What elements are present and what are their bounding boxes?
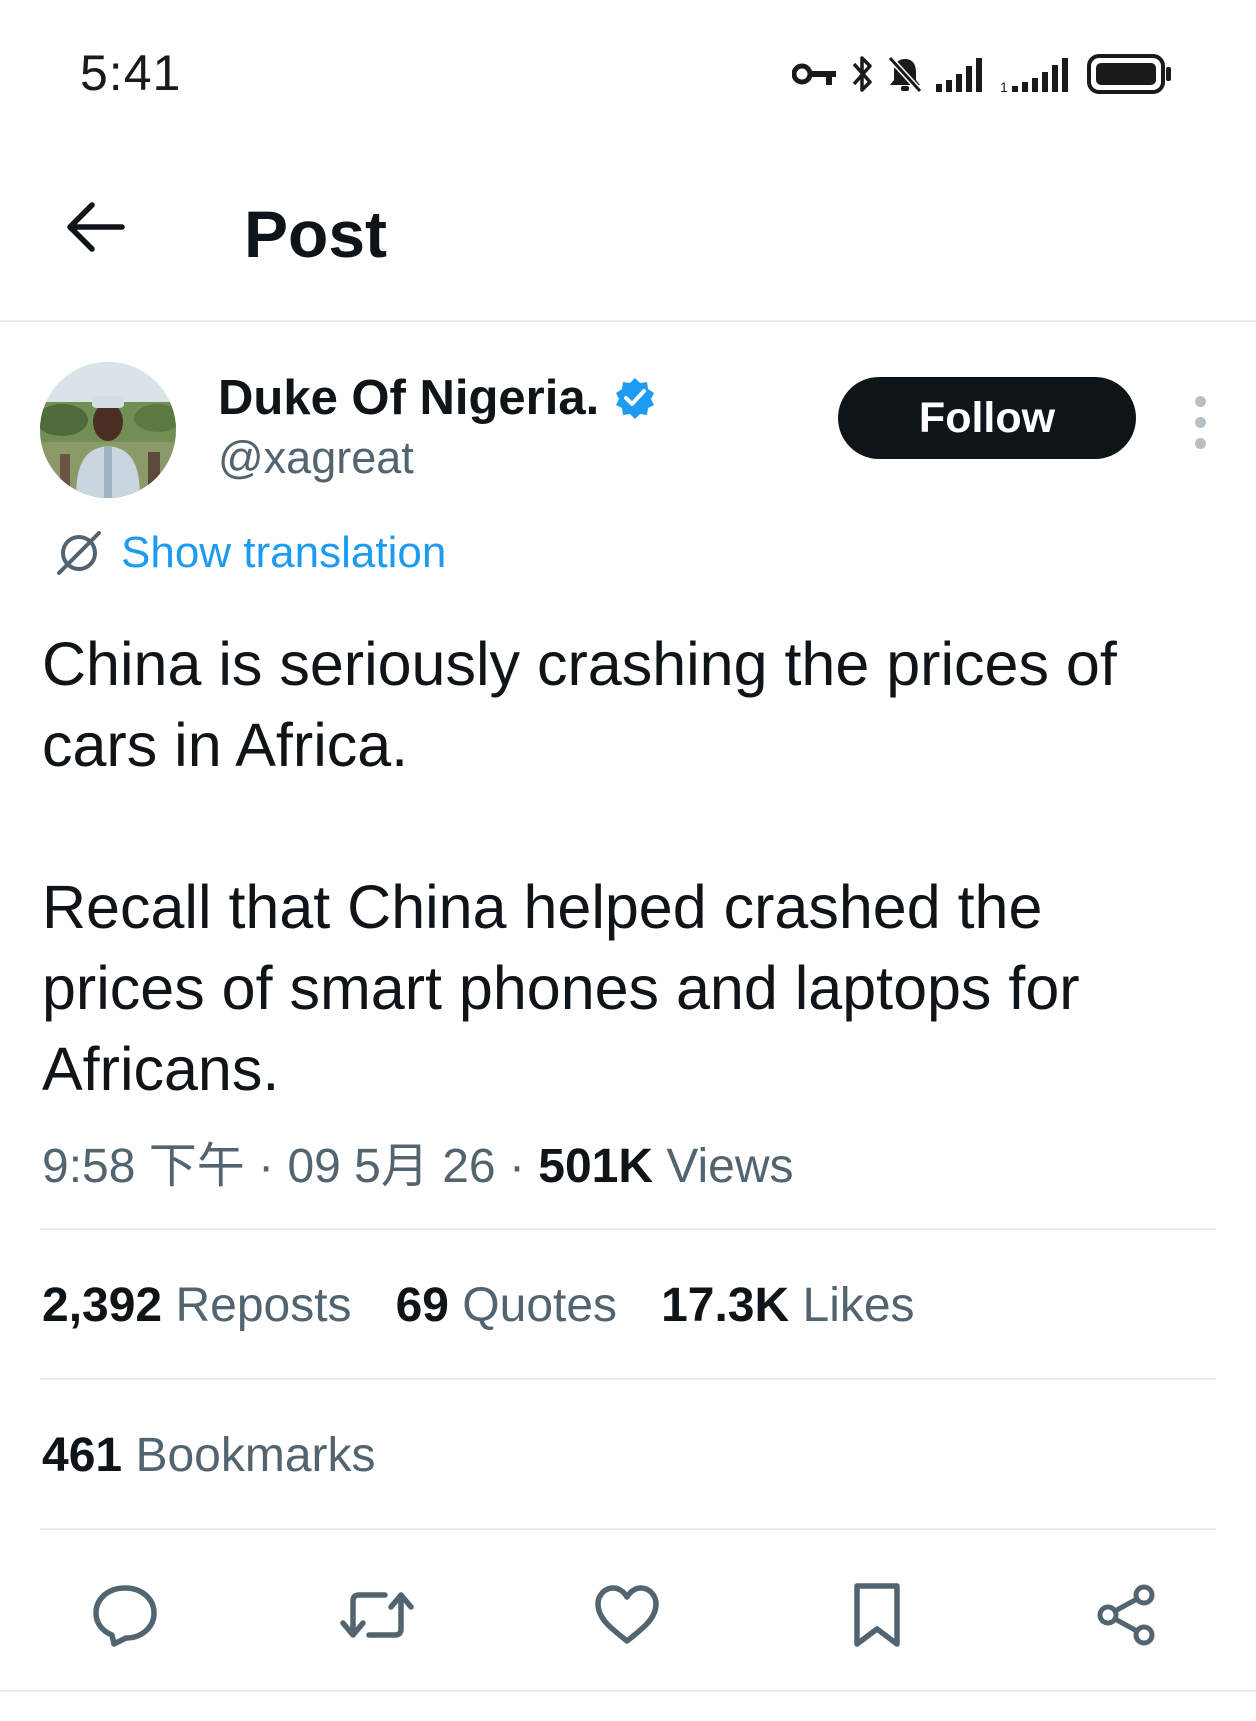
svg-text:1: 1 [1000, 79, 1008, 94]
verified-badge-icon [616, 378, 655, 419]
reposts-label: Reposts [175, 1279, 352, 1332]
engagement-stats: 2,392 Reposts 69 Quotes 17.3K Likes [42, 1278, 915, 1333]
divider [40, 1228, 1216, 1230]
post-meta: 9:58 下午 · 09 5月 26 · 501K Views [42, 1126, 794, 1196]
signal-icon [936, 58, 982, 92]
bookmark-button[interactable] [832, 1570, 922, 1660]
share-button[interactable] [1082, 1570, 1172, 1660]
bookmarks-label: Bookmarks [135, 1429, 376, 1482]
bookmark-icon [854, 1583, 900, 1647]
bookmarks-count: 461 [42, 1429, 123, 1482]
signal-icon: 1 [1000, 58, 1068, 94]
status-time: 5:41 [80, 45, 182, 101]
back-button[interactable] [60, 192, 130, 262]
divider [0, 1690, 1256, 1692]
meta-separator: · [258, 1140, 275, 1193]
page-header: Post [0, 150, 1256, 322]
reply-icon [93, 1585, 157, 1647]
meta-separator: · [508, 1140, 525, 1193]
page-title: Post [244, 197, 388, 271]
divider [40, 1378, 1216, 1380]
translate-icon [57, 531, 101, 575]
author-name-text: Duke Of Nigeria. [218, 371, 600, 425]
author-row: Duke Of Nigeria. @xagreat Follow [40, 362, 1220, 502]
avatar[interactable] [40, 362, 176, 498]
share-icon [1097, 1584, 1155, 1646]
likes-label: Likes [802, 1279, 915, 1332]
status-icons: 1 [792, 44, 1174, 104]
bookmarks-stat[interactable]: 461 Bookmarks [42, 1428, 376, 1483]
status-bar: 5:41 1 [0, 0, 1256, 150]
quotes-label: Quotes [462, 1279, 618, 1332]
repost-icon [340, 1592, 414, 1638]
quotes-stat[interactable]: 69 Quotes [396, 1278, 618, 1333]
post-date[interactable]: 09 5月 26 [287, 1140, 495, 1193]
like-button[interactable] [582, 1570, 672, 1660]
reposts-stat[interactable]: 2,392 Reposts [42, 1278, 352, 1333]
bluetooth-icon [852, 56, 872, 92]
more-vertical-icon [1194, 395, 1206, 407]
more-options-button[interactable] [1180, 382, 1220, 462]
battery-icon [1087, 54, 1171, 94]
show-translation-label: Show translation [121, 528, 447, 577]
post-text: China is seriously crashing the prices o… [42, 624, 1222, 1110]
likes-stat[interactable]: 17.3K Likes [661, 1278, 915, 1333]
repost-button[interactable] [332, 1570, 422, 1660]
quotes-count: 69 [395, 1279, 449, 1332]
likes-count: 17.3K [661, 1279, 790, 1332]
views-label: Views [666, 1140, 794, 1193]
post-time[interactable]: 9:58 下午 [42, 1140, 245, 1193]
reposts-count: 2,392 [42, 1279, 163, 1332]
post-paragraph: Recall that China helped crashed the pri… [42, 873, 1080, 1103]
author-handle[interactable]: @xagreat [218, 432, 414, 484]
bell-muted-icon [887, 55, 923, 94]
author-name[interactable]: Duke Of Nigeria. [218, 370, 657, 426]
post-paragraph: China is seriously crashing the prices o… [42, 630, 1117, 779]
like-icon [595, 1585, 659, 1644]
arrow-left-icon [67, 202, 125, 252]
action-bar [0, 1570, 1256, 1670]
views-count: 501K [538, 1140, 654, 1193]
show-translation-link[interactable]: Show translation [55, 528, 446, 578]
reply-button[interactable] [80, 1570, 170, 1660]
divider [40, 1528, 1216, 1530]
vpn-key-icon [792, 63, 836, 85]
follow-button[interactable]: Follow [838, 377, 1136, 459]
